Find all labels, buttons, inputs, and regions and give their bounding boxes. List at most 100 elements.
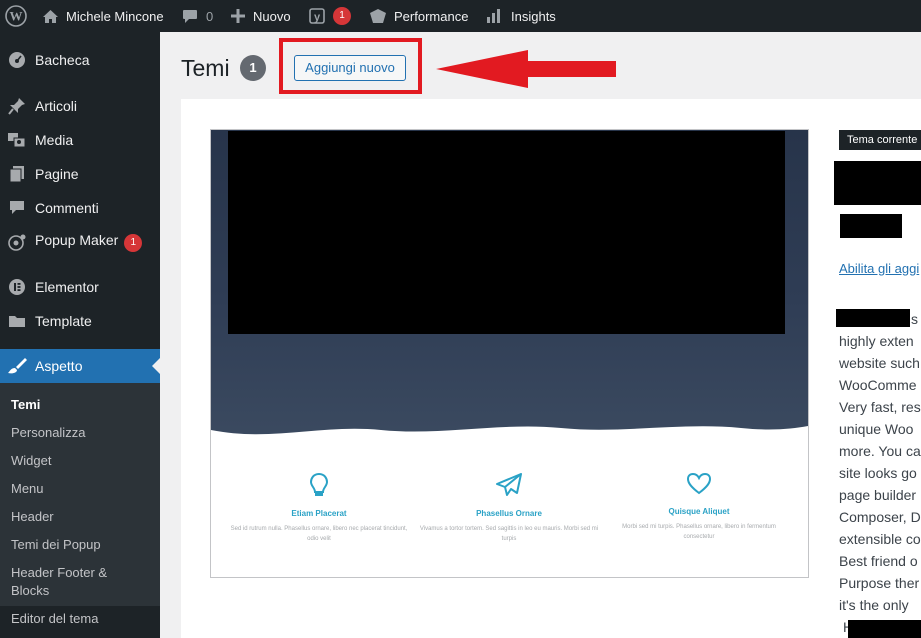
admin-bar: W Michele Mincone 0 Nuovo y 1 Performanc…: [0, 0, 921, 32]
page-title: Temi: [181, 55, 230, 81]
sidebar-item-template[interactable]: Template: [0, 304, 160, 338]
paper-plane-icon: [496, 473, 522, 496]
performance-label: Performance: [394, 8, 469, 24]
redacted-area: [228, 131, 785, 334]
submenu-item-personalizza[interactable]: Personalizza: [11, 424, 85, 442]
sidebar-item-bacheca[interactable]: Bacheca: [0, 43, 160, 77]
wordpress-logo-icon[interactable]: W: [5, 0, 27, 32]
sidebar-item-label: Elementor: [35, 279, 99, 295]
insights-menu[interactable]: Insights: [486, 0, 556, 32]
theme-description: s highly exten website such WooComme Ver…: [839, 308, 921, 638]
feature-title: Quisque Aliquet: [668, 507, 730, 516]
submenu-item-header-footer-blocks[interactable]: Header Footer & Blocks: [11, 564, 121, 600]
popup-maker-text: Popup Maker: [35, 232, 119, 248]
wave-divider: [211, 426, 808, 450]
bulb-icon: [309, 472, 329, 496]
feature-column: Etiam Placerat Sed id rutrum nulla. Phas…: [229, 472, 409, 544]
appearance-submenu: Temi Personalizza Widget Menu Header Tem…: [0, 383, 160, 626]
popup-maker-badge: 1: [124, 234, 143, 252]
popup-icon: [7, 233, 27, 251]
sidebar-item-commenti[interactable]: Commenti: [0, 191, 160, 225]
description-line: page builder: [839, 487, 917, 503]
comment-bubble-icon: [182, 9, 198, 24]
pin-icon: [7, 97, 27, 115]
red-arrow-annotation: [436, 50, 616, 88]
description-line: site looks go: [839, 465, 917, 481]
redacted-theme-version: [840, 214, 902, 238]
description-line: website such: [839, 355, 920, 371]
add-new-theme-button[interactable]: Aggiungi nuovo: [294, 55, 406, 81]
description-line: WooComme: [839, 377, 917, 393]
site-name-label: Michele Mincone: [66, 8, 164, 24]
dashboard-icon: [7, 51, 27, 69]
redacted-description-start: [836, 309, 910, 327]
comments-count: 0: [206, 8, 214, 24]
current-theme-badge: Tema corrente: [839, 130, 921, 150]
sidebar-item-aspetto[interactable]: Aspetto: [0, 349, 160, 383]
performance-menu[interactable]: Performance: [369, 0, 468, 32]
feature-column: Quisque Aliquet Morbi sed mi turpis. Pha…: [609, 472, 789, 542]
sidebar-item-label: Articoli: [35, 98, 78, 114]
bar-chart-icon: [486, 8, 504, 24]
sidebar-item-label: Popup Maker 1: [35, 232, 143, 252]
description-line: Very fast, res: [839, 399, 921, 415]
sidebar-item-label: Commenti: [35, 200, 99, 216]
sidebar-item-label: Media: [35, 132, 74, 148]
theme-count-badge: 1: [240, 55, 266, 81]
media-icon: [7, 131, 27, 149]
redacted-description-end: [848, 620, 921, 638]
sidebar-item-media[interactable]: Media: [0, 123, 160, 157]
submenu-item-temi-dei-popup[interactable]: Temi dei Popup: [11, 536, 101, 554]
admin-sidebar: Bacheca Articoli Media Pagine Commenti P…: [0, 32, 160, 638]
submenu-item-temi[interactable]: Temi: [11, 396, 40, 414]
home-icon: [42, 9, 59, 24]
submenu-item-menu[interactable]: Menu: [11, 480, 44, 498]
sidebar-item-popup-maker[interactable]: Popup Maker 1: [0, 225, 160, 259]
feature-text: Morbi sed mi turpis. Phasellus ornare, l…: [622, 524, 776, 540]
feature-column: Phasellus Ornare Vivamus a tortor tortem…: [419, 472, 599, 544]
new-content-link[interactable]: Nuovo: [231, 0, 291, 32]
enable-auto-updates-link[interactable]: Abilita gli aggi: [839, 261, 919, 276]
description-line: it's the only: [839, 597, 909, 613]
description-line: extensible co: [839, 531, 921, 547]
description-line: Composer, D: [839, 509, 921, 525]
description-line: more. You ca: [839, 443, 921, 459]
comments-link[interactable]: 0: [182, 0, 213, 32]
new-label: Nuovo: [253, 8, 291, 24]
submenu-item-editor-del-tema[interactable]: Editor del tema: [11, 610, 98, 628]
feature-text: Sed id rutrum nulla. Phasellus ornare, l…: [230, 526, 408, 542]
performance-icon: [369, 8, 387, 24]
insights-label: Insights: [511, 8, 556, 24]
theme-screenshot[interactable]: Etiam Placerat Sed id rutrum nulla. Phas…: [210, 129, 809, 578]
sidebar-item-label: Bacheca: [35, 52, 90, 68]
site-name-link[interactable]: Michele Mincone: [42, 0, 164, 32]
description-line: Best friend o: [839, 553, 918, 569]
sidebar-item-label: Pagine: [35, 166, 79, 182]
feature-title: Phasellus Ornare: [476, 509, 542, 518]
heart-icon: [686, 472, 712, 495]
comments-icon: [7, 199, 27, 217]
sidebar-item-label: Aspetto: [35, 358, 83, 374]
plus-icon: [231, 9, 245, 23]
sidebar-item-label: Template: [35, 313, 92, 329]
folder-icon: [7, 312, 27, 330]
description-line: unique Woo: [839, 421, 914, 437]
yoast-icon: y: [309, 7, 327, 25]
elementor-icon: [7, 278, 27, 296]
yoast-menu[interactable]: y 1: [309, 0, 351, 32]
description-line: Purpose ther: [839, 575, 920, 591]
submenu-item-header[interactable]: Header: [11, 508, 54, 526]
feature-title: Etiam Placerat: [291, 509, 347, 518]
sidebar-item-pagine[interactable]: Pagine: [0, 157, 160, 191]
svg-text:W: W: [10, 9, 23, 24]
redacted-theme-name: [834, 161, 921, 205]
feature-text: Vivamus a tortor tortem. Sed sagittis in…: [419, 526, 599, 542]
sidebar-item-elementor[interactable]: Elementor: [0, 270, 160, 304]
brush-icon: [7, 357, 27, 375]
description-line: highly exten: [839, 333, 914, 349]
pages-icon: [7, 165, 27, 183]
yoast-notification-badge: 1: [333, 7, 351, 25]
submenu-item-widget[interactable]: Widget: [11, 452, 51, 470]
svg-text:y: y: [314, 12, 321, 24]
sidebar-item-articoli[interactable]: Articoli: [0, 89, 160, 123]
